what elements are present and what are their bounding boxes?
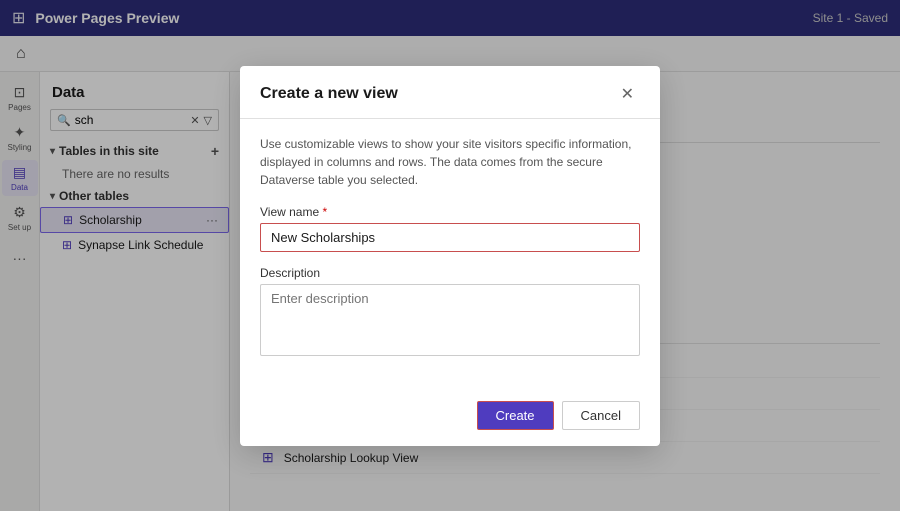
dialog-overlay: Create a new view ✕ Use customizable vie… (0, 0, 900, 511)
dialog-close-button[interactable]: ✕ (615, 82, 640, 106)
description-label: Description (260, 266, 640, 280)
view-name-label: View name * (260, 205, 640, 219)
dialog-header: Create a new view ✕ (240, 66, 660, 119)
dialog-title: Create a new view (260, 85, 398, 103)
dialog-footer: Create Cancel (240, 389, 660, 446)
create-button[interactable]: Create (477, 401, 554, 430)
required-marker: * (323, 205, 328, 219)
cancel-button[interactable]: Cancel (562, 401, 640, 430)
view-name-group: View name * (260, 205, 640, 252)
dialog-description: Use customizable views to show your site… (260, 135, 640, 189)
dialog-body: Use customizable views to show your site… (240, 119, 660, 389)
description-group: Description (260, 266, 640, 359)
create-view-dialog: Create a new view ✕ Use customizable vie… (240, 66, 660, 446)
view-name-input[interactable] (260, 223, 640, 252)
description-input[interactable] (260, 284, 640, 356)
